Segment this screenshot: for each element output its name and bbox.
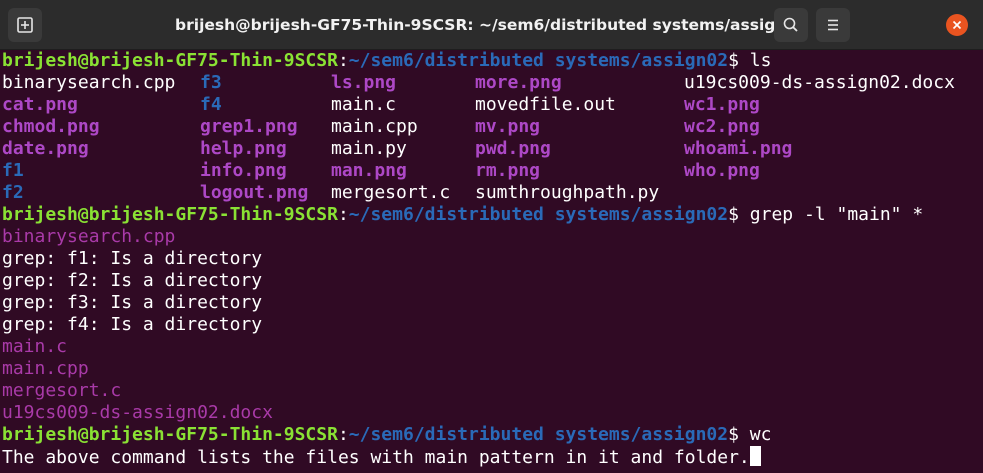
ls-entry: ls.png: [331, 72, 397, 93]
ls-entry: chmod.png: [2, 116, 100, 137]
command-text: grep -l "main" *: [749, 204, 924, 225]
prompt-dollar: $: [728, 50, 750, 71]
ls-entry: cat.png: [2, 94, 78, 115]
ls-entry: whoami.png: [684, 138, 793, 159]
ls-entry: f3: [200, 72, 222, 93]
prompt-line: brijesh@brijesh-GF75-Thin-9SCSR:~/sem6/d…: [2, 50, 771, 72]
ls-entry: mv.png: [475, 116, 541, 137]
terminal-cursor: [749, 446, 761, 466]
prompt-user: brijesh@brijesh-GF75-Thin-9SCSR: [2, 424, 338, 445]
ls-entry: more.png: [475, 72, 562, 93]
prompt-user: brijesh@brijesh-GF75-Thin-9SCSR: [2, 50, 338, 71]
ls-entry: info.png: [200, 160, 287, 181]
close-icon: [952, 20, 962, 30]
ls-entry: help.png: [200, 138, 287, 159]
command-text: wc: [749, 424, 772, 445]
grep-match: u19cs009-ds-assign02.docx: [2, 402, 273, 423]
ls-entry: logout.png: [200, 182, 309, 203]
prompt-path: ~/sem6/distributed systems/assign02: [348, 424, 729, 445]
ls-entry: binarysearch.cpp: [2, 72, 176, 93]
ls-entry: who.png: [684, 160, 760, 181]
prompt-line: brijesh@brijesh-GF75-Thin-9SCSR:~/sem6/d…: [2, 424, 771, 446]
prompt-dollar: $: [728, 204, 750, 225]
search-button[interactable]: [774, 8, 808, 42]
grep-error: grep: f1: Is a directory: [2, 248, 263, 269]
current-input-text: The above command lists the files with m…: [2, 447, 750, 468]
grep-error: grep: f4: Is a directory: [2, 314, 263, 335]
search-icon: [783, 17, 798, 32]
input-line[interactable]: The above command lists the files with m…: [2, 446, 761, 468]
close-button[interactable]: [946, 14, 968, 36]
ls-entry: date.png: [2, 138, 89, 159]
ls-entry: pwd.png: [475, 138, 551, 159]
grep-match: binarysearch.cpp: [2, 226, 176, 247]
ls-entry: rm.png: [475, 160, 541, 181]
ls-entry: sumthroughpath.py: [475, 182, 660, 203]
grep-error: grep: f3: Is a directory: [2, 292, 263, 313]
prompt-path: ~/sem6/distributed systems/assign02: [348, 204, 729, 225]
command-text: ls: [749, 50, 772, 71]
prompt-user: brijesh@brijesh-GF75-Thin-9SCSR: [2, 204, 338, 225]
grep-error: grep: f2: Is a directory: [2, 270, 263, 291]
ls-entry: wc2.png: [684, 116, 760, 137]
ls-entry: man.png: [331, 160, 407, 181]
prompt-dollar: $: [728, 424, 750, 445]
prompt-colon: :: [337, 424, 349, 445]
ls-entry: mergesort.c: [331, 182, 451, 203]
grep-match: main.c: [2, 336, 68, 357]
ls-entry: main.c: [331, 94, 397, 115]
ls-entry: main.py: [331, 138, 407, 159]
ls-entry: grep1.png: [200, 116, 298, 137]
ls-entry: f2: [2, 182, 24, 203]
ls-entry: main.cpp: [331, 116, 418, 137]
menu-button[interactable]: [816, 8, 850, 42]
prompt-path: ~/sem6/distributed systems/assign02: [348, 50, 729, 71]
hamburger-menu-icon: [828, 19, 838, 31]
ls-entry: movedfile.out: [475, 94, 616, 115]
window-titlebar: brijesh@brijesh-GF75-Thin-9SCSR: ~/sem6/…: [0, 0, 983, 50]
ls-entry: f1: [2, 160, 24, 181]
grep-match: main.cpp: [2, 358, 89, 379]
ls-entry: f4: [200, 94, 222, 115]
new-tab-button[interactable]: [8, 8, 42, 42]
new-tab-icon: [17, 17, 33, 33]
prompt-colon: :: [337, 204, 349, 225]
terminal-body[interactable]: brijesh@brijesh-GF75-Thin-9SCSR:~/sem6/d…: [0, 50, 983, 473]
grep-match: mergesort.c: [2, 380, 122, 401]
ls-entry: u19cs009-ds-assign02.docx: [684, 72, 955, 93]
prompt-line: brijesh@brijesh-GF75-Thin-9SCSR:~/sem6/d…: [2, 204, 923, 226]
ls-entry: wc1.png: [684, 94, 760, 115]
prompt-colon: :: [337, 50, 349, 71]
